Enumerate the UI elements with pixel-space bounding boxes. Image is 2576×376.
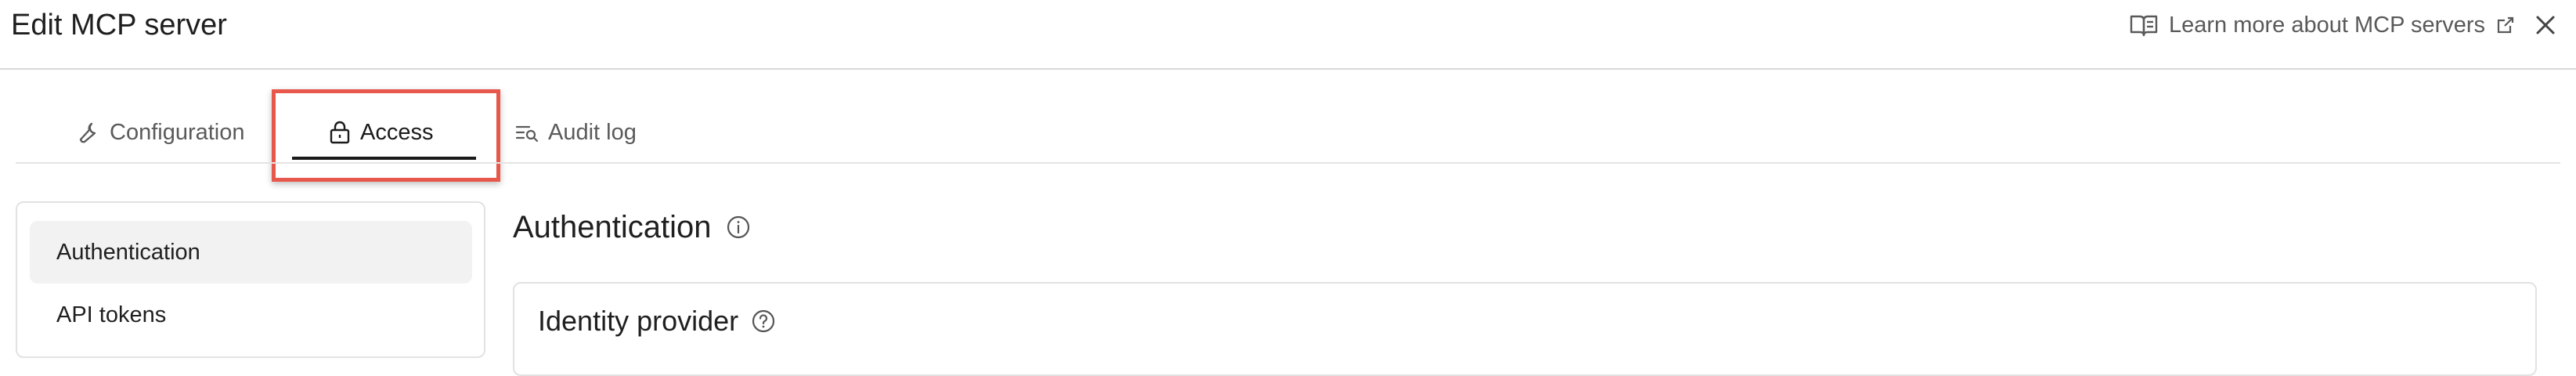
identity-provider-panel — [513, 282, 2537, 376]
panel-title-label: Identity provider — [538, 305, 739, 337]
help-circle-icon[interactable] — [751, 309, 776, 334]
tab-configuration[interactable]: Configuration — [78, 114, 245, 150]
book-open-icon — [2130, 13, 2158, 37]
tabs-divider — [16, 162, 2560, 164]
close-icon[interactable] — [2531, 11, 2560, 39]
sidebar-item-authentication[interactable]: Authentication — [30, 221, 472, 284]
external-link-icon — [2496, 16, 2515, 34]
sidebar-item-label: Authentication — [56, 239, 200, 265]
info-icon[interactable] — [726, 215, 751, 240]
learn-more-label: Learn more about MCP servers — [2169, 12, 2486, 38]
learn-more-link[interactable]: Learn more about MCP servers — [2130, 9, 2515, 41]
sidebar-item-api-tokens[interactable]: API tokens — [30, 284, 472, 346]
sidebar-item-label: API tokens — [56, 302, 167, 327]
tab-audit-log-label: Audit log — [548, 119, 637, 145]
wrench-icon — [78, 121, 100, 143]
panel-title: Identity provider — [538, 299, 776, 343]
tab-configuration-label: Configuration — [110, 119, 245, 145]
access-tab-highlight — [272, 89, 500, 182]
search-list-icon — [515, 123, 539, 142]
section-title: Authentication — [513, 205, 751, 249]
tab-audit-log[interactable]: Audit log — [515, 114, 637, 150]
page-title: Edit MCP server — [11, 9, 227, 42]
header-divider — [0, 68, 2576, 70]
section-title-label: Authentication — [513, 209, 712, 244]
